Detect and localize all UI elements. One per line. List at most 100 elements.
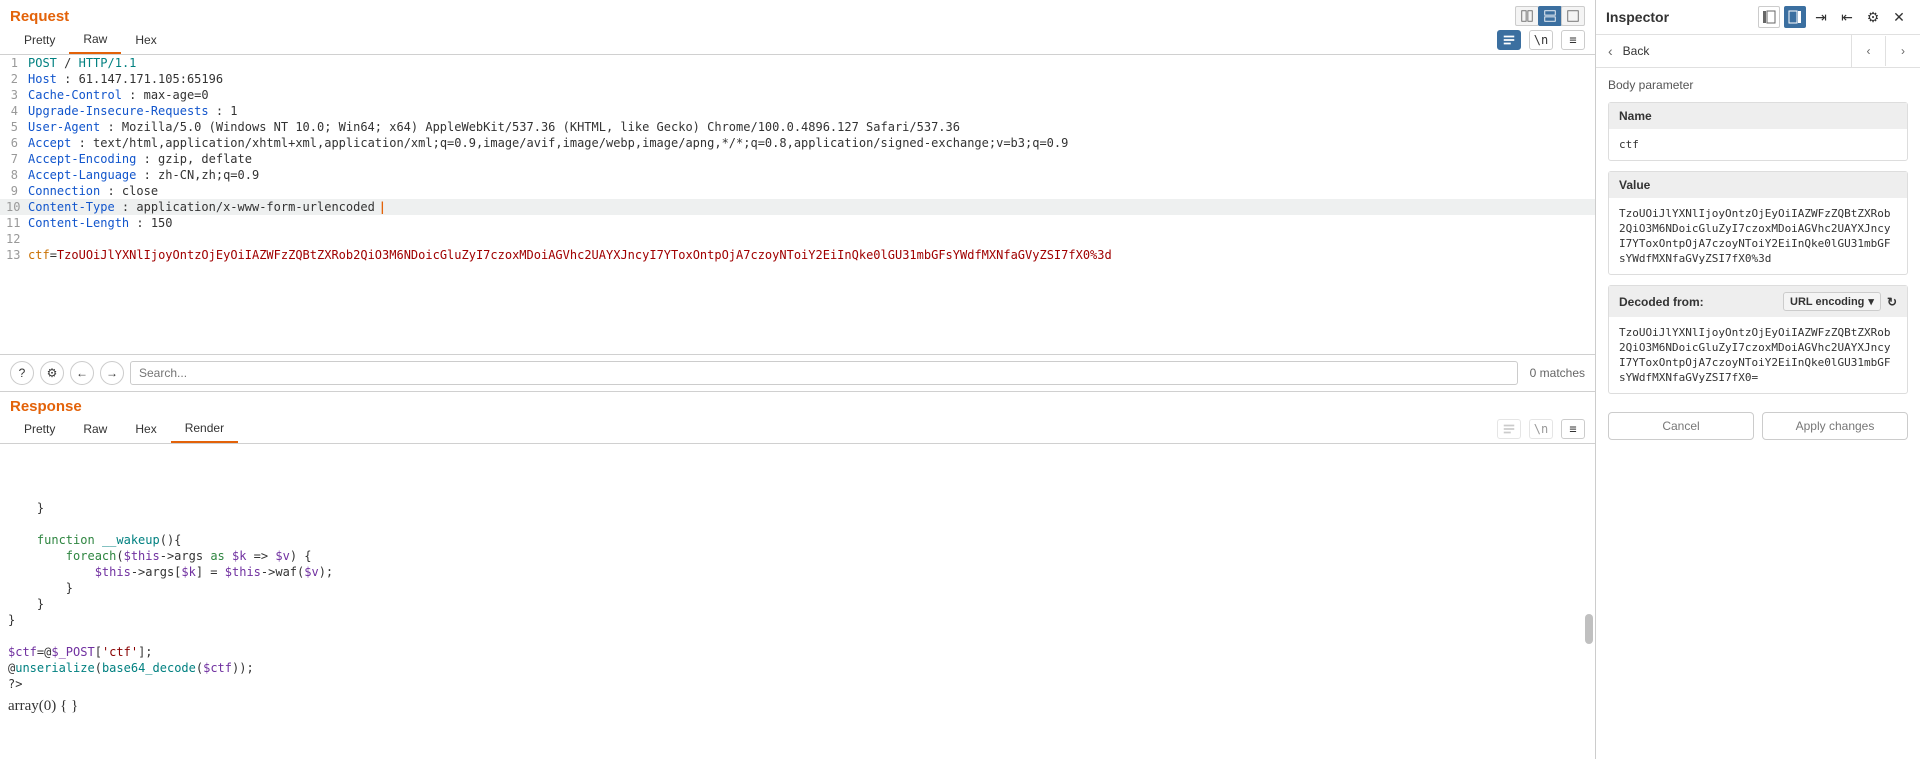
resp-hamburger-button[interactable]: ≡ [1561,419,1585,439]
layout-single-button[interactable] [1561,6,1585,26]
layout-columns-button[interactable] [1515,6,1539,26]
tab-pretty[interactable]: Pretty [10,27,69,53]
cancel-button[interactable]: Cancel [1608,412,1754,440]
request-line[interactable]: 1POST / HTTP/1.1 [0,55,1595,71]
request-line[interactable]: 2Host : 61.147.171.105:65196 [0,71,1595,87]
newline-button[interactable]: \n [1529,30,1553,50]
request-line[interactable]: 6Accept : text/html,application/xhtml+xm… [0,135,1595,151]
resp-tab-pretty[interactable]: Pretty [10,416,69,442]
back-label: Back [1623,44,1650,58]
request-editor[interactable]: 1POST / HTTP/1.12Host : 61.147.171.105:6… [0,55,1595,354]
response-header: Response [0,391,1595,415]
inspector-next-button[interactable]: › [1886,36,1920,66]
left-column: Request Pretty Raw Hex \n ≡ 1POST / HTTP… [0,0,1596,759]
decoding-select-label: URL encoding [1790,296,1864,308]
search-input[interactable] [130,361,1518,385]
reload-icon[interactable]: ↻ [1887,295,1897,309]
inspector-header: Inspector ⇥ ⇤ ⚙ ✕ [1596,0,1920,35]
close-icon: ✕ [1893,9,1905,26]
insp-layout1-button[interactable] [1758,6,1780,28]
inspector-title: Inspector [1606,9,1669,25]
resp-wrap-button[interactable] [1497,419,1521,439]
inspector-nav: ‹ Back ‹ › [1596,35,1920,68]
request-line[interactable]: 5User-Agent : Mozilla/5.0 (Windows NT 10… [0,119,1595,135]
request-line[interactable]: 7Accept-Encoding : gzip, deflate [0,151,1595,167]
resp-tab-hex[interactable]: Hex [121,416,170,442]
inspector-body: Body parameter Name ctf Value TzoUOiJlYX… [1596,68,1920,450]
resp-tab-raw[interactable]: Raw [69,416,121,442]
name-field: Name ctf [1608,102,1908,161]
request-header: Request [0,0,1595,26]
insp-expand-button[interactable]: ⇤ [1836,6,1858,28]
inspector-prev-button[interactable]: ‹ [1852,36,1886,66]
insp-close-button[interactable]: ✕ [1888,6,1910,28]
resp-newline-button[interactable]: \n [1529,419,1553,439]
request-tab-actions: \n ≡ [1497,30,1595,50]
tab-hex[interactable]: Hex [121,27,170,53]
inspector-back-button[interactable]: ‹ Back [1596,35,1852,67]
response-line: $this->args[$k] = $this->waf($v); [8,564,1587,580]
request-title: Request [10,8,69,25]
wrap-button[interactable] [1497,30,1521,50]
response-title: Response [10,398,82,415]
help-button[interactable]: ? [10,361,34,385]
settings-button[interactable]: ⚙ [40,361,64,385]
inspector-panel: Inspector ⇥ ⇤ ⚙ ✕ ‹ Back ‹ › Body parame… [1596,0,1920,759]
response-line: } [8,596,1587,612]
value-field: Value TzoUOiJlYXNlIjoyOntzOjEyOiIAZWFzZQ… [1608,171,1908,275]
chevron-left-icon: ‹ [1608,43,1613,59]
response-line [8,516,1587,532]
response-tab-actions: \n ≡ [1497,419,1595,439]
response-line [8,628,1587,644]
main-layout: Request Pretty Raw Hex \n ≡ 1POST / HTTP… [0,0,1920,759]
insp-layout2-button[interactable] [1784,6,1806,28]
response-line: } [8,500,1587,516]
resp-tab-render[interactable]: Render [171,415,238,443]
inspector-buttons: Cancel Apply changes [1608,412,1908,440]
search-prev-button[interactable]: ← [70,361,94,385]
response-line: } [8,612,1587,628]
request-line[interactable]: 10Content-Type : application/x-www-form-… [0,199,1595,215]
name-value[interactable]: ctf [1609,129,1907,160]
decoded-content[interactable]: TzoUOiJlYXNlIjoyOntzOjEyOiIAZWFzZQBtZXRo… [1609,317,1907,393]
expand-icon: ⇤ [1841,9,1853,26]
arrow-left-icon: ← [76,366,88,380]
request-layout-buttons [1516,6,1585,26]
hamburger-button[interactable]: ≡ [1561,30,1585,50]
layout-rows-button[interactable] [1538,6,1562,26]
response-viewer[interactable]: } function __wakeup(){ foreach($this->ar… [0,444,1595,759]
request-line[interactable]: 13ctf=TzoUOiJlYXNlIjoyOntzOjEyOiIAZWFzZQ… [0,247,1595,263]
value-content[interactable]: TzoUOiJlYXNlIjoyOntzOjEyOiIAZWFzZQBtZXRo… [1609,198,1907,274]
value-header: Value [1609,172,1907,198]
request-search-bar: ? ⚙ ← → 0 matches [0,354,1595,391]
insp-collapse-button[interactable]: ⇥ [1810,6,1832,28]
request-line[interactable]: 3Cache-Control : max-age=0 [0,87,1595,103]
response-line: $ctf=@$_POST['ctf']; [8,644,1587,660]
response-line: ?> [8,676,1587,692]
tab-raw[interactable]: Raw [69,26,121,54]
request-line[interactable]: 8Accept-Language : zh-CN,zh;q=0.9 [0,167,1595,183]
decoded-header-row: Decoded from: URL encoding ▾ ↻ [1609,286,1907,317]
response-line: function __wakeup(){ [8,532,1587,548]
help-icon: ? [19,366,26,380]
response-tabs: Pretty Raw Hex Render \n ≡ [0,415,1595,444]
request-line[interactable]: 4Upgrade-Insecure-Requests : 1 [0,103,1595,119]
inspector-icons: ⇥ ⇤ ⚙ ✕ [1758,6,1910,28]
response-line: } [8,580,1587,596]
section-label: Body parameter [1608,78,1908,92]
decoded-field: Decoded from: URL encoding ▾ ↻ TzoUOiJlY… [1608,285,1908,394]
apply-button[interactable]: Apply changes [1762,412,1908,440]
request-line[interactable]: 9Connection : close [0,183,1595,199]
search-next-button[interactable]: → [100,361,124,385]
scrollbar-thumb[interactable] [1585,614,1593,644]
gear-icon: ⚙ [47,366,58,380]
collapse-icon: ⇥ [1815,9,1827,26]
response-output: array(0) { } [8,698,1587,714]
hamburger-icon: ≡ [1569,33,1576,47]
decoding-select[interactable]: URL encoding ▾ [1783,292,1881,311]
insp-settings-button[interactable]: ⚙ [1862,6,1884,28]
hamburger-icon: ≡ [1569,422,1576,436]
request-line[interactable]: 12 [0,231,1595,247]
request-line[interactable]: 11Content-Length : 150 [0,215,1595,231]
name-header: Name [1609,103,1907,129]
